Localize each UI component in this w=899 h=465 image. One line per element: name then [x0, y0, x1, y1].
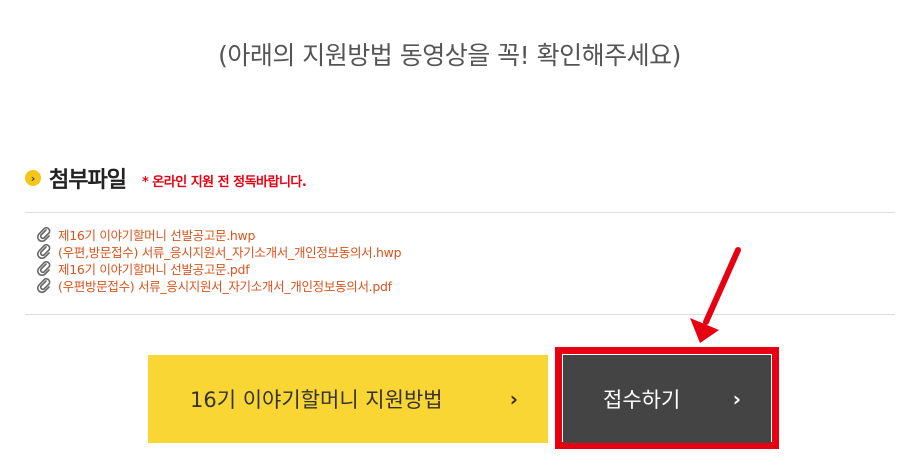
red-arrow-icon: [690, 247, 741, 343]
